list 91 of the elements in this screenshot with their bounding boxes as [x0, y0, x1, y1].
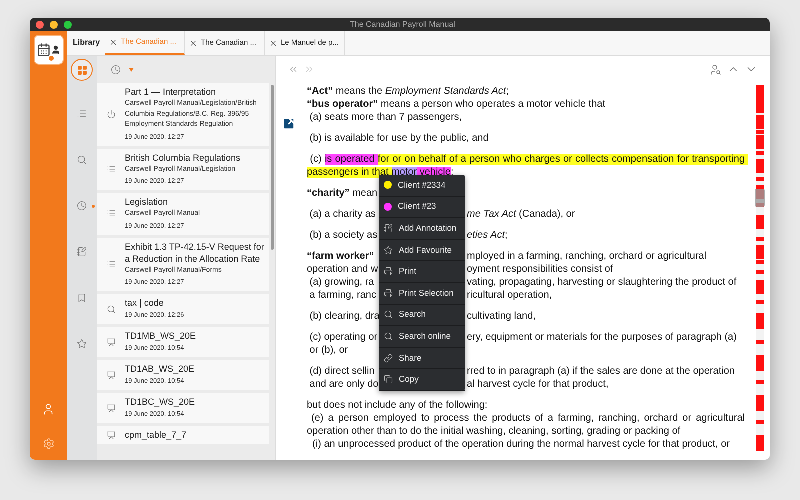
library-item[interactable]: cpm_table_7_7	[97, 426, 269, 444]
document-text: ery, equipment or materials for the purposes of paragraph (a)	[467, 331, 737, 344]
settings-icon[interactable]	[42, 438, 54, 450]
search-icon	[384, 332, 393, 341]
document-text: (b) clearing, dra	[308, 310, 380, 323]
document-text: (a) growing, ra	[308, 276, 374, 289]
grid-icon	[76, 64, 88, 76]
document-text: me Tax Act (Canada), or	[467, 208, 576, 221]
close-icon[interactable]	[269, 38, 278, 48]
link-icon	[384, 354, 393, 363]
app-logo-icon[interactable]	[34, 35, 64, 65]
notebook-icon	[384, 224, 393, 233]
close-button[interactable]	[36, 20, 44, 28]
document-text: or (b), or	[308, 344, 348, 357]
screen-icon	[106, 370, 116, 380]
menu-item[interactable]: Add Favourite	[379, 240, 465, 262]
back-icon[interactable]	[288, 64, 299, 75]
screen-icon	[106, 404, 116, 412]
document-text: eties Act;	[467, 229, 508, 242]
screen-icon	[106, 338, 116, 346]
document-text: “Act” means the Employment Standards Act;	[307, 85, 509, 98]
grid-nav-button[interactable]	[71, 59, 93, 81]
star-icon	[384, 246, 393, 255]
star-icon	[77, 339, 87, 349]
external-link-icon[interactable]	[282, 117, 296, 131]
copy-icon	[384, 375, 393, 384]
power-icon	[106, 110, 116, 119]
document-text: (c) operating or	[308, 331, 378, 344]
printer-icon	[384, 288, 393, 298]
document-text: “bus operator” means a person who operates a motor vehicle that	[307, 98, 606, 111]
menu-item[interactable]: Copy	[379, 369, 465, 391]
search-icon	[77, 155, 87, 165]
list-icon	[106, 164, 116, 174]
item-title: TD1BC_WS_20E	[125, 396, 196, 408]
menu-item[interactable]: Print Selection	[379, 282, 465, 305]
list-icon	[106, 260, 116, 269]
document-text: (i) an unprocessed product of the operation during the normal harvest cycle for that product, or	[312, 438, 730, 451]
item-title: TD1AB_WS_20E	[125, 363, 195, 375]
document-text: and are only do	[308, 378, 379, 391]
printer-icon	[384, 267, 393, 276]
list-icon	[106, 209, 116, 218]
scrollbar-thumb[interactable]	[271, 85, 274, 250]
find-icon[interactable]	[710, 64, 722, 76]
menu-item[interactable]: Search	[379, 304, 465, 326]
document-text: “charity” mean	[307, 187, 378, 200]
close-icon[interactable]	[189, 38, 198, 48]
document-text: (a) seats more than 7 passengers,	[308, 111, 462, 124]
menu-item[interactable]: Search online	[379, 326, 465, 348]
bookmark-icon	[77, 293, 87, 303]
menu-item[interactable]: Add Annotation	[379, 218, 465, 240]
menu-item[interactable]: Print	[379, 261, 465, 283]
document-text: cultivating land,	[467, 310, 536, 323]
search-icon	[384, 310, 393, 320]
item-title: TD1MB_WS_20E	[125, 330, 196, 342]
document-text: but does not include any of the following:	[307, 399, 488, 412]
document-text: ricultural operation,	[467, 289, 552, 302]
profile-icon[interactable]	[42, 403, 55, 416]
document-text: oyment responsibilities consist of	[467, 263, 614, 276]
menu-item[interactable]: Client #2334	[379, 175, 465, 197]
document-text: al harvest cycle for that product,	[467, 378, 609, 391]
menu-item[interactable]: Client #23	[379, 196, 465, 218]
document-text: (b) a society as	[308, 229, 378, 242]
item-title: Legislation	[125, 196, 170, 208]
item-title: Part 1 — Interpretation	[125, 86, 218, 98]
library-tab[interactable]: Library	[67, 31, 105, 55]
item-title: British Columbia Regulations	[125, 152, 241, 164]
menu-item[interactable]: Share	[379, 348, 465, 370]
document-text: (d) direct sellin	[308, 365, 375, 378]
document-text: mployed in a farming, ranching, orchard or agricultural	[467, 250, 707, 263]
caret-icon[interactable]	[129, 68, 134, 72]
document-text: operation and w	[307, 263, 378, 276]
item-title: cpm_table_7_7	[125, 429, 187, 441]
document-text: “farm worker”	[307, 250, 374, 263]
clock-icon	[77, 201, 87, 211]
window-title: The Canadian Payroll Manual	[350, 19, 456, 31]
item-title: Exhibit 1.3 TP-42.15-V Request for a Reduction in the Allocation Rate	[125, 240, 266, 264]
search-icon	[106, 304, 116, 314]
list-icon	[77, 109, 87, 119]
close-icon[interactable]	[109, 38, 118, 46]
document-text: vating, propagating, harvesting or slaughtering the product of	[467, 276, 737, 289]
screen-icon	[106, 430, 116, 440]
zoom-button[interactable]	[64, 20, 72, 28]
clock-icon[interactable]	[111, 64, 121, 74]
document-text: rred to in paragraph (a) if the sales are done at the operation	[467, 365, 735, 378]
document-text: a farming, ranc	[308, 289, 376, 302]
minimize-button[interactable]	[50, 20, 58, 28]
notebook-icon	[77, 247, 87, 257]
document-text: (b) is available for use by the public, and	[308, 132, 489, 145]
item-title: tax | code	[125, 297, 165, 309]
document-text: (a) a charity as	[308, 208, 376, 221]
document-text: (e) a person employed to process the products of a farming, ranching, orchard or agricultural operation other than to do the initial washing, cleaning, sorting, grading or packing of	[307, 412, 745, 438]
